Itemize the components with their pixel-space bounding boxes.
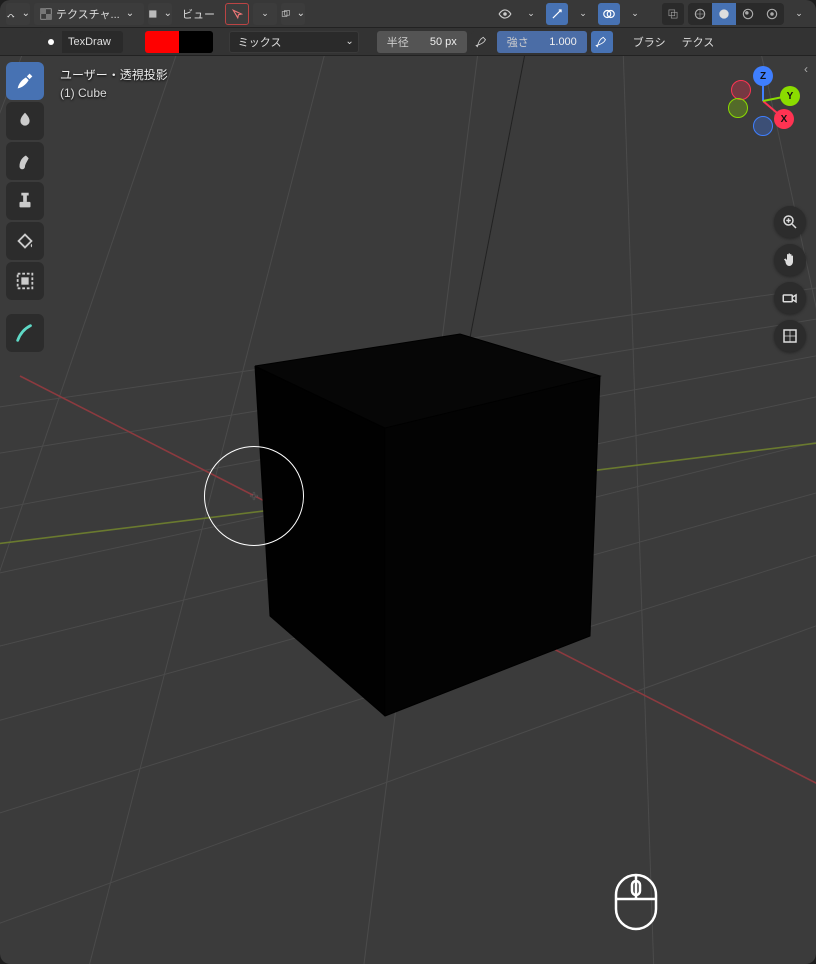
xray-toggle[interactable]	[662, 3, 684, 25]
texture-slot-label: テクスチャ...	[56, 6, 120, 22]
gizmo-z[interactable]: Z	[753, 66, 773, 86]
texture-paint-slot-dropdown[interactable]: テクスチャ...	[34, 3, 144, 25]
texture-menu-label: テクス	[682, 34, 715, 50]
strength-label: 強さ	[507, 34, 529, 50]
radius-field[interactable]: 半径 50 px	[377, 31, 467, 53]
overlay-toggle[interactable]	[598, 3, 620, 25]
mouse-hint-icon	[610, 871, 662, 936]
viewport-projection-label: ユーザー・透視投影	[60, 66, 168, 84]
blend-mode-dropdown[interactable]: ミックス	[229, 31, 359, 53]
tool-fill[interactable]	[6, 222, 44, 260]
brush-menu[interactable]: ブラシ	[627, 31, 672, 53]
shading-matprev[interactable]	[736, 3, 760, 25]
viewport-nav-stack	[774, 206, 806, 352]
overlay-dropdown[interactable]	[624, 3, 646, 25]
strength-field[interactable]: 強さ 1.000	[497, 31, 587, 53]
gizmo-neg-z[interactable]	[753, 116, 773, 136]
radius-value: 50 px	[430, 36, 457, 48]
view-menu[interactable]: ビュー	[176, 3, 221, 25]
brush-name-label: TexDraw	[62, 36, 117, 48]
npanel-toggle[interactable]: ‹	[804, 62, 814, 76]
selectability-dropdown[interactable]	[253, 3, 277, 25]
strength-value: 1.000	[549, 36, 577, 48]
brush-menu-label: ブラシ	[633, 34, 666, 50]
gizmo-y[interactable]: Y	[780, 86, 800, 106]
radius-label: 半径	[387, 34, 409, 50]
tool-mask[interactable]	[6, 262, 44, 300]
shading-dropdown[interactable]	[788, 3, 810, 25]
texture-menu[interactable]: テクス	[676, 31, 721, 53]
nav-camera[interactable]	[774, 282, 806, 314]
brush-selector[interactable]: TexDraw	[40, 31, 123, 53]
gizmo-neg-x[interactable]	[731, 80, 751, 100]
tool-soften[interactable]	[6, 102, 44, 140]
navigation-gizmo[interactable]: Z X Y	[728, 66, 798, 136]
overlays-small-dropdown[interactable]	[281, 3, 305, 25]
nav-persp-ortho[interactable]	[774, 320, 806, 352]
scene-canvas	[0, 56, 816, 964]
viewport-3d[interactable]: ユーザー・透視投影 (1) Cube	[0, 56, 816, 964]
shading-mode-group[interactable]	[688, 3, 784, 25]
color-swatches[interactable]	[145, 31, 213, 53]
visibility-dropdown[interactable]	[520, 3, 542, 25]
viewport-info: ユーザー・透視投影 (1) Cube	[60, 66, 168, 102]
dropdown-small-1[interactable]	[148, 3, 172, 25]
selectability-toggle[interactable]	[225, 3, 249, 25]
nav-pan[interactable]	[774, 244, 806, 276]
primary-color-swatch[interactable]	[145, 31, 179, 53]
mode-menu[interactable]	[6, 3, 30, 25]
viewport-object-label: (1) Cube	[60, 84, 168, 102]
tool-draw[interactable]	[6, 62, 44, 100]
header-row-2: TexDraw ミックス 半径 50 px 強さ 1.000 ブラシ テクス	[0, 28, 816, 56]
gizmo-dropdown[interactable]	[572, 3, 594, 25]
radius-pressure-toggle[interactable]	[471, 31, 493, 53]
gizmo-x[interactable]: X	[774, 109, 794, 129]
shading-solid[interactable]	[712, 3, 736, 25]
tool-annotate[interactable]	[6, 314, 44, 352]
visibility-icon[interactable]	[494, 3, 516, 25]
shading-rendered[interactable]	[760, 3, 784, 25]
blend-mode-label: ミックス	[238, 34, 282, 50]
secondary-color-swatch[interactable]	[179, 31, 213, 53]
gizmo-neg-y[interactable]	[728, 98, 748, 118]
nav-zoom[interactable]	[774, 206, 806, 238]
tool-clone[interactable]	[6, 182, 44, 220]
tool-smear[interactable]	[6, 142, 44, 180]
view-menu-label: ビュー	[182, 6, 215, 22]
tool-toolbar	[6, 62, 46, 352]
header-row-1: テクスチャ... ビュー	[0, 0, 816, 28]
cube-object	[255, 56, 600, 716]
gizmo-toggle[interactable]	[546, 3, 568, 25]
shading-wire[interactable]	[688, 3, 712, 25]
brush-thumb	[40, 31, 62, 53]
strength-pressure-toggle[interactable]	[591, 31, 613, 53]
